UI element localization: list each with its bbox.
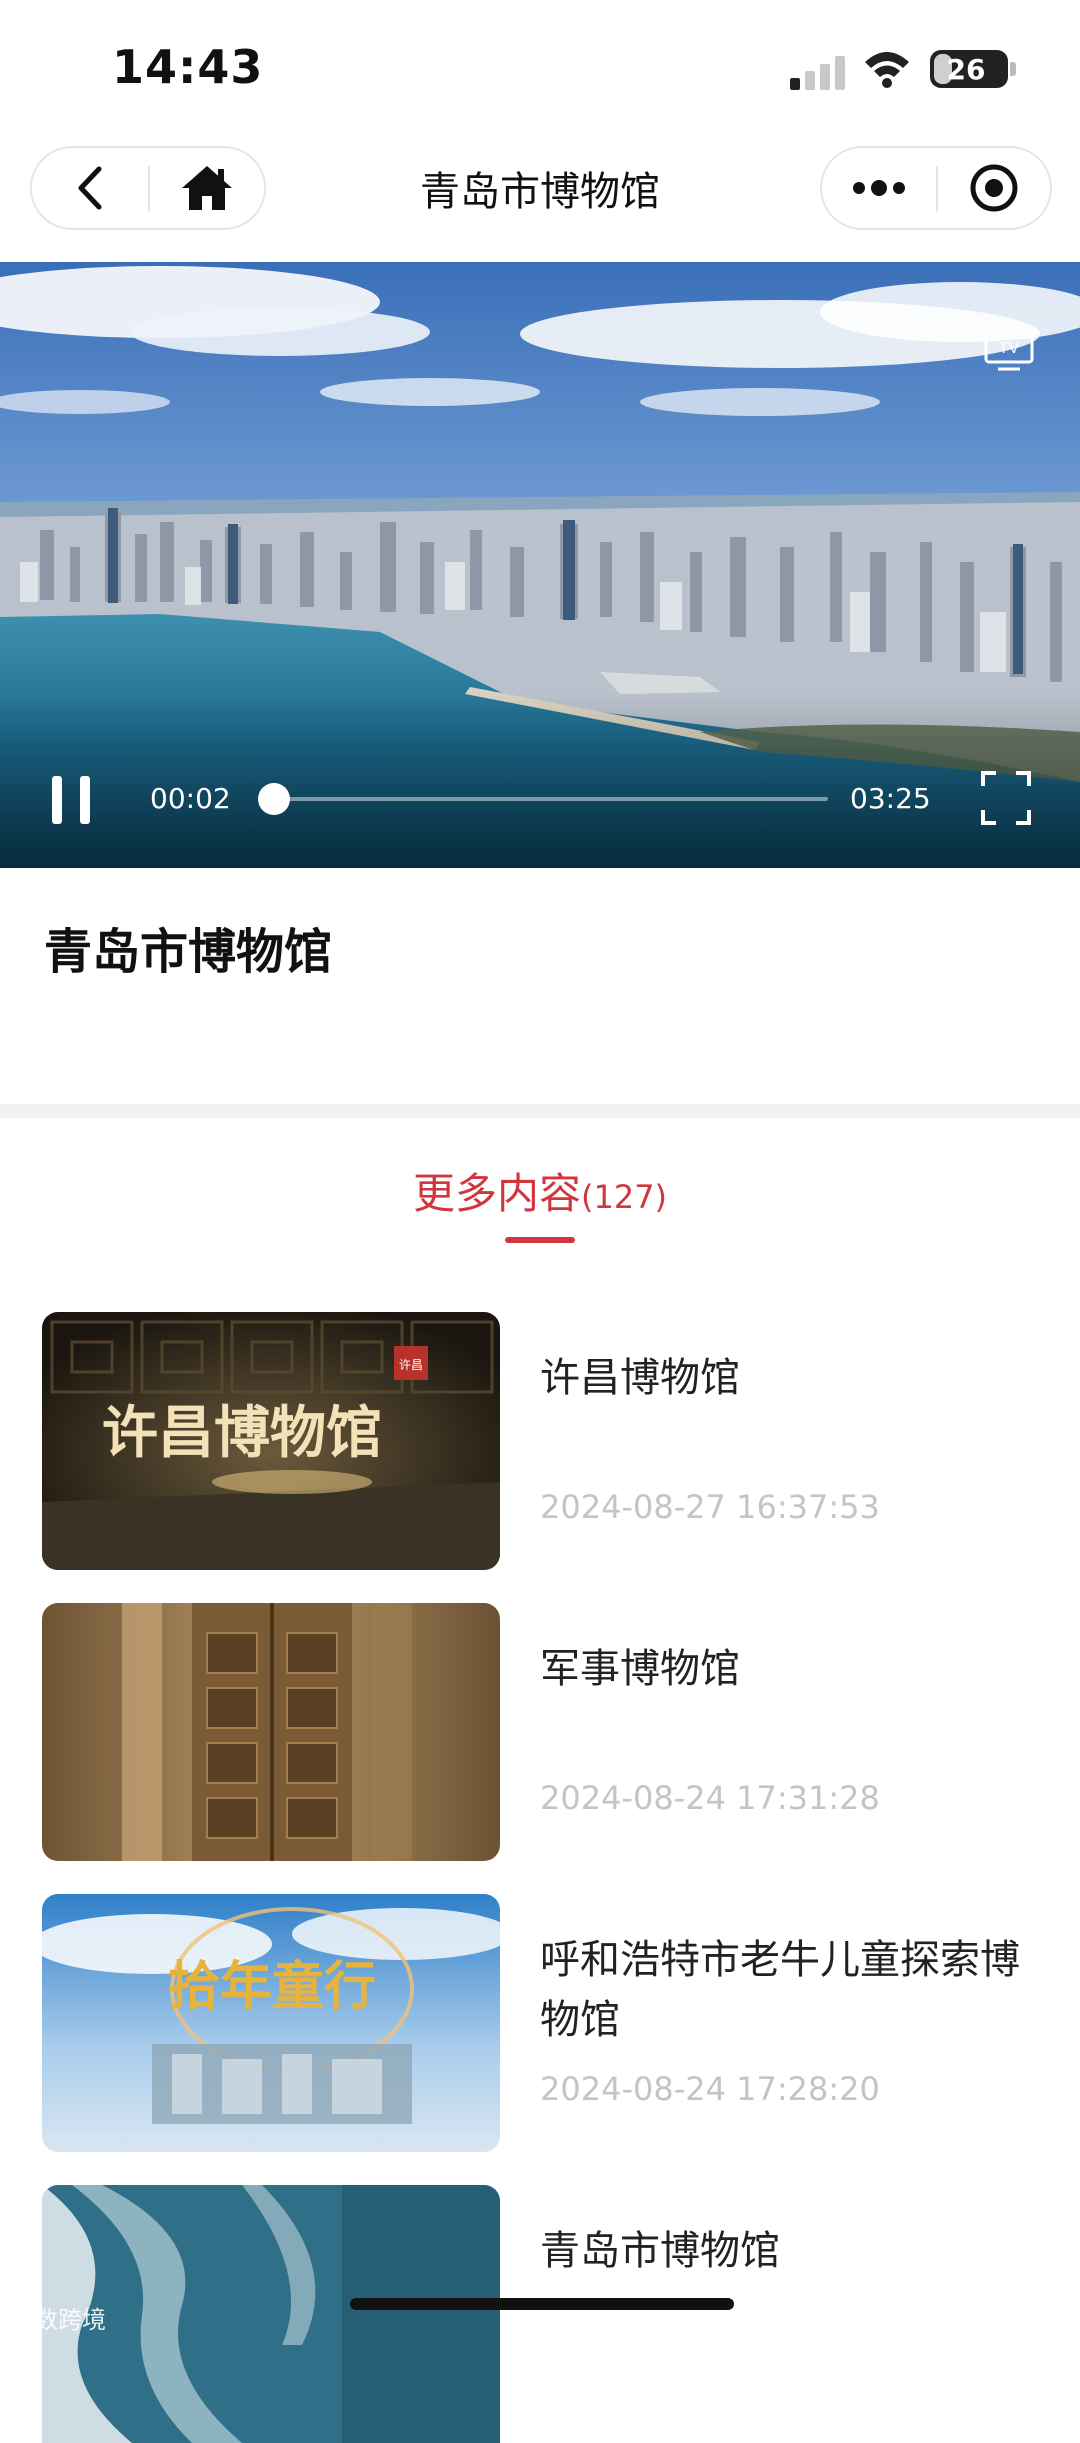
nav-capsule-left [30, 146, 266, 230]
nav-capsule-right [820, 146, 1052, 230]
page-title: 青岛市博物馆 [420, 169, 660, 215]
item-title: 军事博物馆 [540, 1646, 740, 1692]
progress-knob[interactable] [258, 783, 290, 815]
thumb-seal-text: 许昌 [399, 1358, 423, 1372]
list-item[interactable]: 军事博物馆 2024-08-24 17:31:28 [0, 1603, 1080, 1861]
thumb-title-text: 许昌博物馆 [102, 1400, 382, 1466]
thumb-title-text: 拾年童行 [168, 1956, 376, 2017]
home-indicator[interactable] [350, 2298, 734, 2310]
item-date: 2024-08-24 17:28:20 [540, 2070, 880, 2108]
wifi-icon [865, 52, 909, 88]
close-miniprogram-button[interactable] [938, 148, 1050, 228]
status-time: 14:43 [112, 40, 264, 94]
section-divider [0, 1104, 1080, 1118]
list-item[interactable]: 许昌博物馆 许昌 许昌博物馆 2024-08-27 16:37:53 [0, 1312, 1080, 1570]
item-title: 许昌博物馆 [540, 1355, 740, 1401]
back-icon [78, 166, 102, 210]
more-icon [853, 180, 905, 196]
progress-track[interactable] [268, 797, 828, 801]
item-thumbnail: 拾年童行 [42, 1894, 500, 2152]
list-item[interactable]: 拾年童行 呼和浩特市老牛儿童探索博物馆 2024-08-24 17:28:20 [0, 1894, 1080, 2152]
battery-icon: 26 [930, 50, 1008, 88]
tv-cast-icon[interactable]: TV [984, 326, 1036, 372]
close-icon [970, 164, 1018, 212]
video-player[interactable]: TV 00:02 03:25 [0, 262, 1080, 868]
cellular-signal-icon [790, 56, 845, 90]
item-thumbnail: 许昌博物馆 许昌 [42, 1312, 500, 1570]
current-time: 00:02 [150, 782, 231, 815]
video-frame-cityscape [0, 262, 1080, 868]
item-title: 呼和浩特市老牛儿童探索博物馆 [540, 1937, 1020, 2043]
tab-label: 更多内容 [412, 1169, 581, 1218]
list-item[interactable]: 青岛市博物馆 [0, 2185, 1080, 2443]
status-bar: 14:43 26 [0, 0, 1080, 140]
more-button[interactable] [822, 148, 936, 228]
fullscreen-icon[interactable] [980, 770, 1032, 826]
battery-cap [1010, 62, 1016, 76]
back-button[interactable] [32, 148, 148, 228]
total-time: 03:25 [850, 782, 931, 815]
item-thumbnail [42, 2185, 500, 2443]
item-date: 2024-08-24 17:31:28 [540, 1779, 880, 1817]
home-icon [182, 166, 232, 210]
pause-icon[interactable] [48, 772, 98, 828]
item-thumbnail [42, 1603, 500, 1861]
video-title: 青岛市博物馆 [44, 924, 333, 980]
tv-label: TV [999, 340, 1020, 357]
watermark: 大数跨境 [10, 2306, 106, 2334]
nav-bar: 青岛市博物馆 [0, 140, 1080, 258]
item-date: 2024-08-27 16:37:53 [540, 1488, 880, 1526]
battery-percent: 26 [946, 52, 986, 86]
tab-underline [505, 1237, 575, 1243]
item-title: 青岛市博物馆 [540, 2228, 780, 2274]
tab-count: (127) [580, 1178, 668, 1216]
tab-more-content[interactable]: 更多内容(127) [0, 1160, 1080, 1221]
